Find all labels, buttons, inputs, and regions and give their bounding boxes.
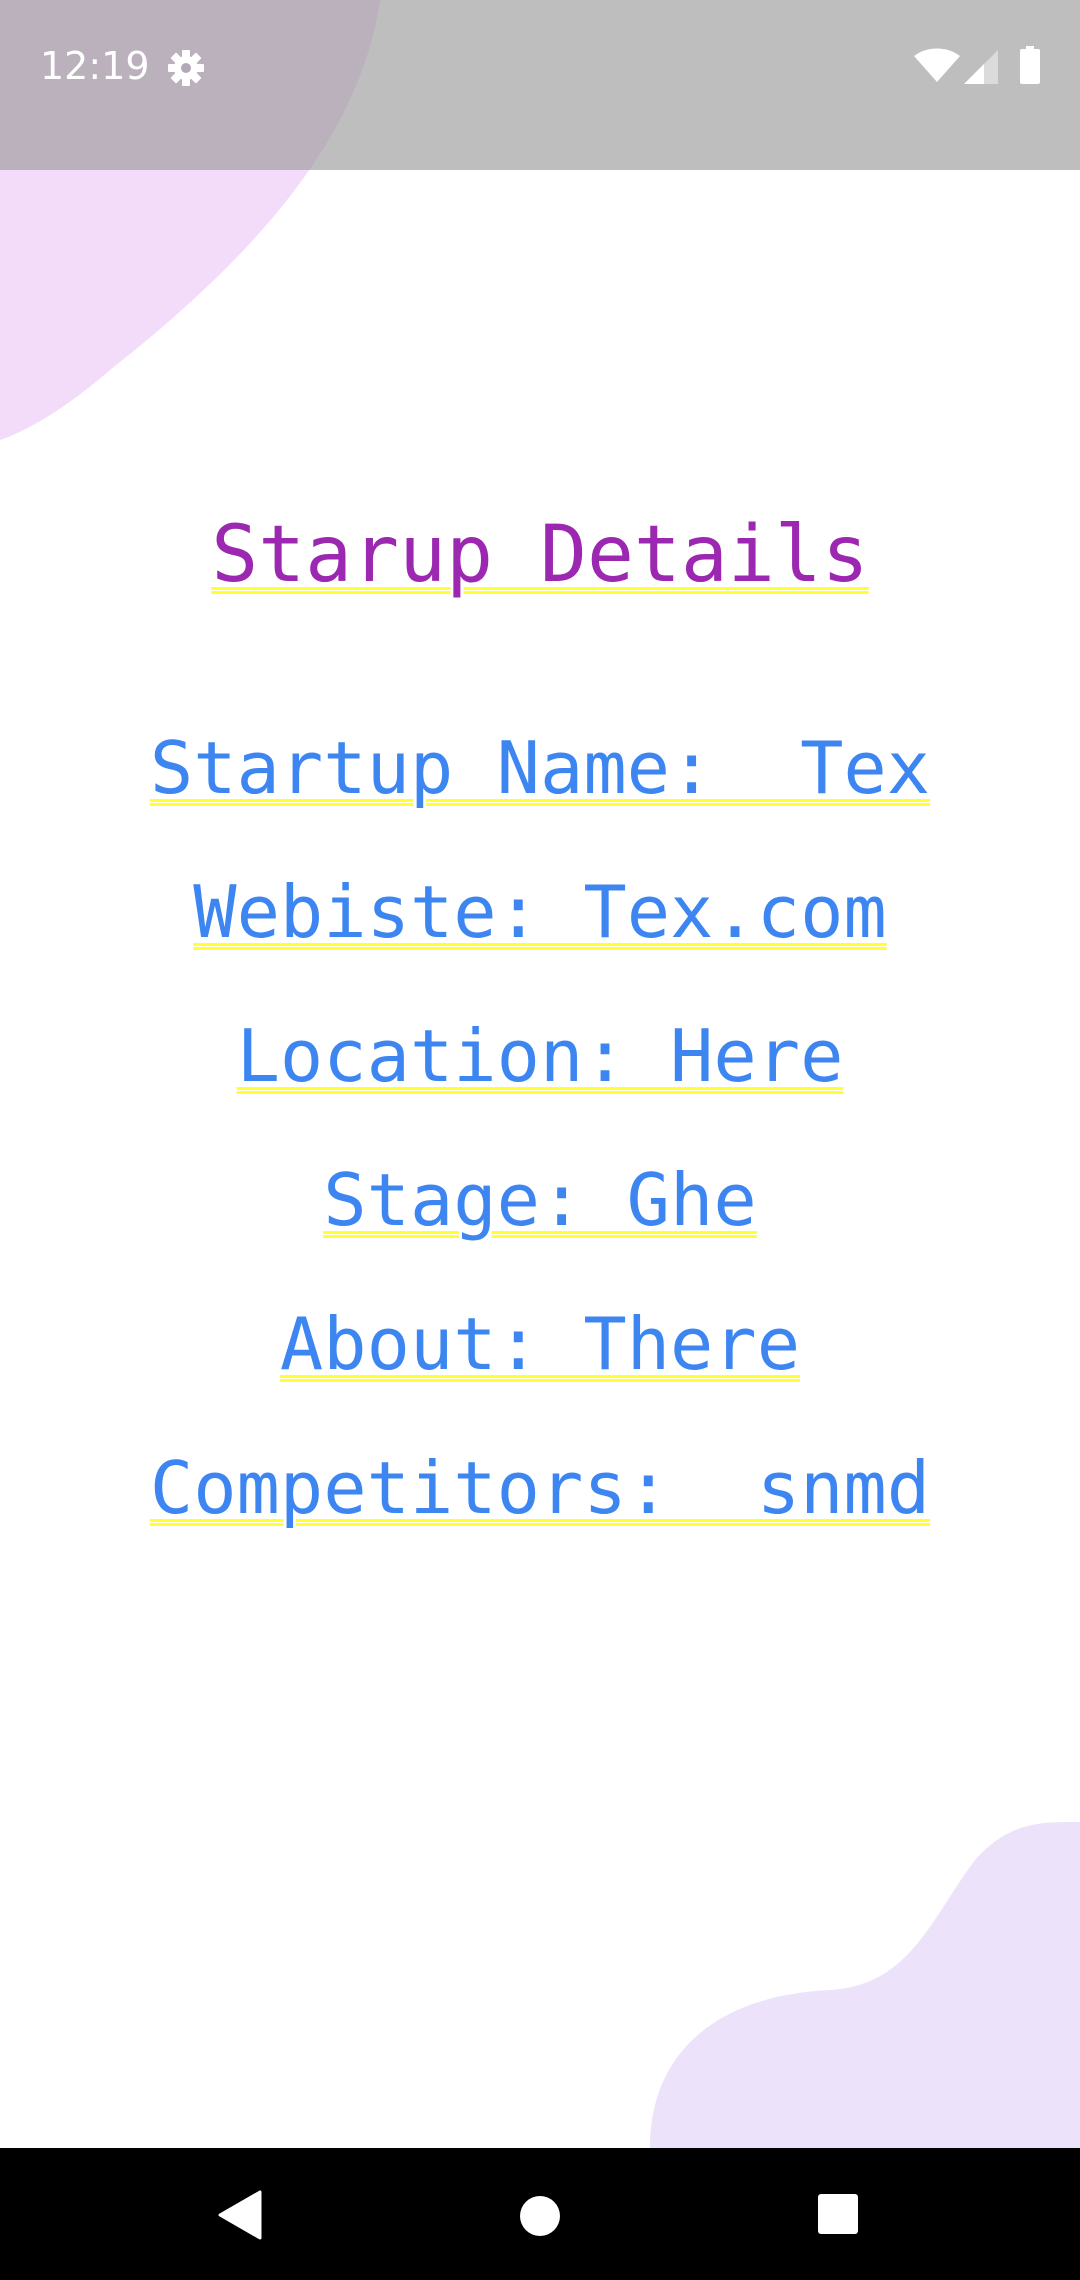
- detail-startup-name: Startup Name: Tex: [0, 718, 1080, 818]
- detail-competitors-text: Competitors: snmd: [149, 1446, 931, 1530]
- detail-location-text: Location: Here: [236, 1014, 844, 1098]
- decorative-blob-bottom: [650, 1821, 1080, 2148]
- back-icon[interactable]: [218, 2190, 262, 2240]
- status-time: 12:19: [40, 44, 150, 88]
- detail-stage: Stage: Ghe: [0, 1150, 1080, 1250]
- detail-website-text: Webiste: Tex.com: [193, 870, 887, 954]
- recents-icon[interactable]: [818, 2194, 858, 2234]
- signal-icon: [964, 50, 998, 84]
- status-bar: 12:19: [0, 0, 1080, 170]
- page-title-text: Starup Details: [211, 510, 869, 600]
- detail-about: About: There: [0, 1294, 1080, 1394]
- detail-location: Location: Here: [0, 1006, 1080, 1106]
- wifi-icon: [914, 48, 960, 82]
- detail-startup-name-text: Startup Name: Tex: [149, 726, 931, 810]
- battery-icon: [1020, 46, 1040, 84]
- detail-competitors: Competitors: snmd: [0, 1438, 1080, 1538]
- navigation-bar: [0, 2148, 1080, 2280]
- detail-website: Webiste: Tex.com: [0, 862, 1080, 962]
- home-icon[interactable]: [520, 2196, 560, 2236]
- detail-stage-text: Stage: Ghe: [323, 1158, 757, 1242]
- page-title: Starup Details: [0, 505, 1080, 605]
- detail-about-text: About: There: [279, 1302, 801, 1386]
- gear-icon: [168, 50, 204, 86]
